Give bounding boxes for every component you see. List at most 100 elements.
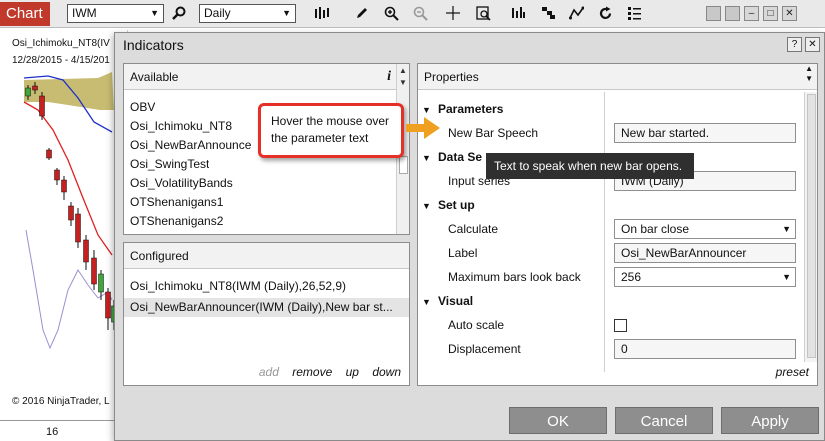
category-label: Visual [438, 294, 474, 308]
maximize-icon: □ [767, 8, 774, 19]
ok-button[interactable]: OK [509, 407, 607, 434]
scroll-thumb[interactable] [807, 94, 816, 358]
chevron-down-icon: ▼ [782, 272, 791, 282]
configured-item-selected[interactable]: Osi_NewBarAnnouncer(IWM (Daily),New bar … [124, 298, 409, 317]
available-header: Available i [124, 64, 409, 90]
category-parameters[interactable]: ▼ Parameters [422, 102, 503, 116]
scroll-thumb[interactable] [399, 156, 408, 174]
candle-body [68, 205, 74, 221]
info-icon[interactable]: i [387, 64, 391, 90]
candle-body [61, 179, 67, 193]
maximize-button[interactable]: □ [763, 6, 778, 21]
instruction-callout: Hover the mouse over the parameter text [258, 103, 404, 158]
collapse-icon[interactable]: ▼ [422, 105, 431, 115]
chevron-down-icon: ▼ [282, 8, 291, 18]
max-bars-label: Maximum bars look back [448, 270, 581, 284]
label-field[interactable]: Osi_NewBarAnnouncer [614, 243, 796, 263]
candle-body [54, 169, 60, 181]
candle-body [98, 273, 104, 293]
available-item[interactable]: Osi_Ichimoku_NT8 [130, 119, 232, 133]
minimize-button[interactable]: – [744, 6, 759, 21]
zoom-in-icon[interactable] [381, 3, 401, 23]
preset-link[interactable]: preset [776, 365, 809, 379]
category-label: Set up [438, 198, 475, 212]
available-item[interactable]: Osi_NewBarAnnounce [130, 138, 258, 152]
available-title: Available [130, 70, 179, 84]
category-visual[interactable]: ▼ Visual [422, 294, 473, 308]
properties-list-icon[interactable] [624, 3, 644, 23]
chart-tab[interactable]: Chart [0, 2, 50, 26]
auto-scale-checkbox[interactable] [614, 319, 627, 332]
strategies-icon[interactable] [538, 3, 558, 23]
zoom-out-icon[interactable] [410, 3, 430, 23]
chart-copyright: © 2016 NinjaTrader, L [12, 396, 110, 407]
data-box-icon[interactable] [473, 3, 493, 23]
search-icon[interactable] [169, 3, 189, 23]
instrument-select[interactable]: IWM ▼ [67, 4, 164, 23]
collapse-icon[interactable]: ▼ [422, 201, 431, 211]
remove-link[interactable]: remove [292, 365, 332, 379]
configured-panel: Configured Osi_Ichimoku_NT8(IWM (Daily),… [123, 242, 410, 386]
axis-tick-label: 16 [46, 426, 59, 438]
scroll-arrows-icon[interactable]: ▲ ▼ [805, 64, 813, 84]
collapse-icon[interactable]: ▼ [422, 297, 431, 307]
window-option-button[interactable] [706, 6, 721, 21]
candle-body [25, 87, 31, 97]
properties-scrollbar[interactable] [804, 92, 817, 362]
new-bar-speech-field[interactable]: New bar started. [614, 123, 796, 143]
available-item[interactable]: OTShenanigans2 [130, 214, 223, 228]
calculate-value: On bar close [621, 222, 690, 236]
new-bar-speech-label[interactable]: New Bar Speech [448, 126, 538, 140]
collapse-icon[interactable]: ▼ [422, 153, 431, 163]
chart-time-axis: 16 [0, 420, 128, 441]
cancel-button[interactable]: Cancel [615, 407, 713, 434]
category-data-series[interactable]: ▼ Data Se [422, 150, 482, 164]
pencil-icon[interactable] [352, 3, 372, 23]
period-value: Daily [204, 6, 231, 20]
crosshair-icon[interactable] [443, 3, 463, 23]
indicators-icon[interactable] [508, 3, 528, 23]
available-item[interactable]: Osi_VolatilityBands [130, 176, 233, 190]
indicators-dialog: Indicators ? ✕ Available i OBV Osi_Ichim… [114, 32, 825, 441]
window-option-button[interactable] [725, 6, 740, 21]
drawing-tools-icon[interactable] [566, 3, 586, 23]
calculate-select[interactable]: On bar close ▼ [614, 219, 796, 239]
calculate-label: Calculate [448, 222, 499, 236]
max-bars-select[interactable]: 256 ▼ [614, 267, 796, 287]
apply-button[interactable]: Apply [721, 407, 819, 434]
dialog-title: Indicators [123, 37, 184, 53]
configured-item[interactable]: Osi_Ichimoku_NT8(IWM (Daily),26,52,9) [124, 279, 409, 293]
help-button[interactable]: ? [787, 37, 802, 52]
period-select[interactable]: Daily ▼ [199, 4, 296, 23]
properties-header: Properties ▲ ▼ [418, 64, 817, 90]
down-link[interactable]: down [372, 365, 401, 379]
candle-body [105, 291, 111, 319]
add-link[interactable]: add [259, 365, 279, 379]
bar-type-icon[interactable] [312, 3, 332, 23]
instrument-value: IWM [72, 6, 97, 20]
configured-actions: add remove up down [249, 365, 401, 379]
up-link[interactable]: up [346, 365, 359, 379]
properties-title: Properties [424, 70, 479, 84]
close-icon: ✕ [808, 39, 817, 50]
available-item[interactable]: Osi_SwingTest [130, 157, 209, 171]
available-item[interactable]: OBV [130, 100, 155, 114]
price-chart[interactable]: Osi_Ichimoku_NT8(IV 12/28/2015 - 4/15/20… [8, 30, 128, 420]
column-splitter[interactable] [604, 92, 605, 372]
callout-arrow-icon [406, 117, 440, 139]
configured-header: Configured [124, 243, 409, 269]
category-setup[interactable]: ▼ Set up [422, 198, 475, 212]
available-item[interactable]: OTShenanigans1 [130, 195, 223, 209]
close-dialog-button[interactable]: ✕ [805, 37, 820, 52]
chevron-down-icon: ▼ [782, 224, 791, 234]
scroll-up-icon[interactable]: ▲ [397, 66, 409, 75]
minimize-icon: – [748, 8, 755, 19]
close-window-button[interactable]: ✕ [782, 6, 797, 21]
displacement-label: Displacement [448, 342, 521, 356]
reload-icon[interactable] [595, 3, 615, 23]
properties-panel: Properties ▲ ▼ ▼ Parameters New Bar Speech… [417, 63, 818, 386]
displacement-field[interactable]: 0 [614, 339, 796, 359]
chevron-down-icon: ▼ [150, 8, 159, 18]
help-icon: ? [791, 39, 798, 50]
scroll-down-icon[interactable]: ▼ [397, 78, 409, 87]
